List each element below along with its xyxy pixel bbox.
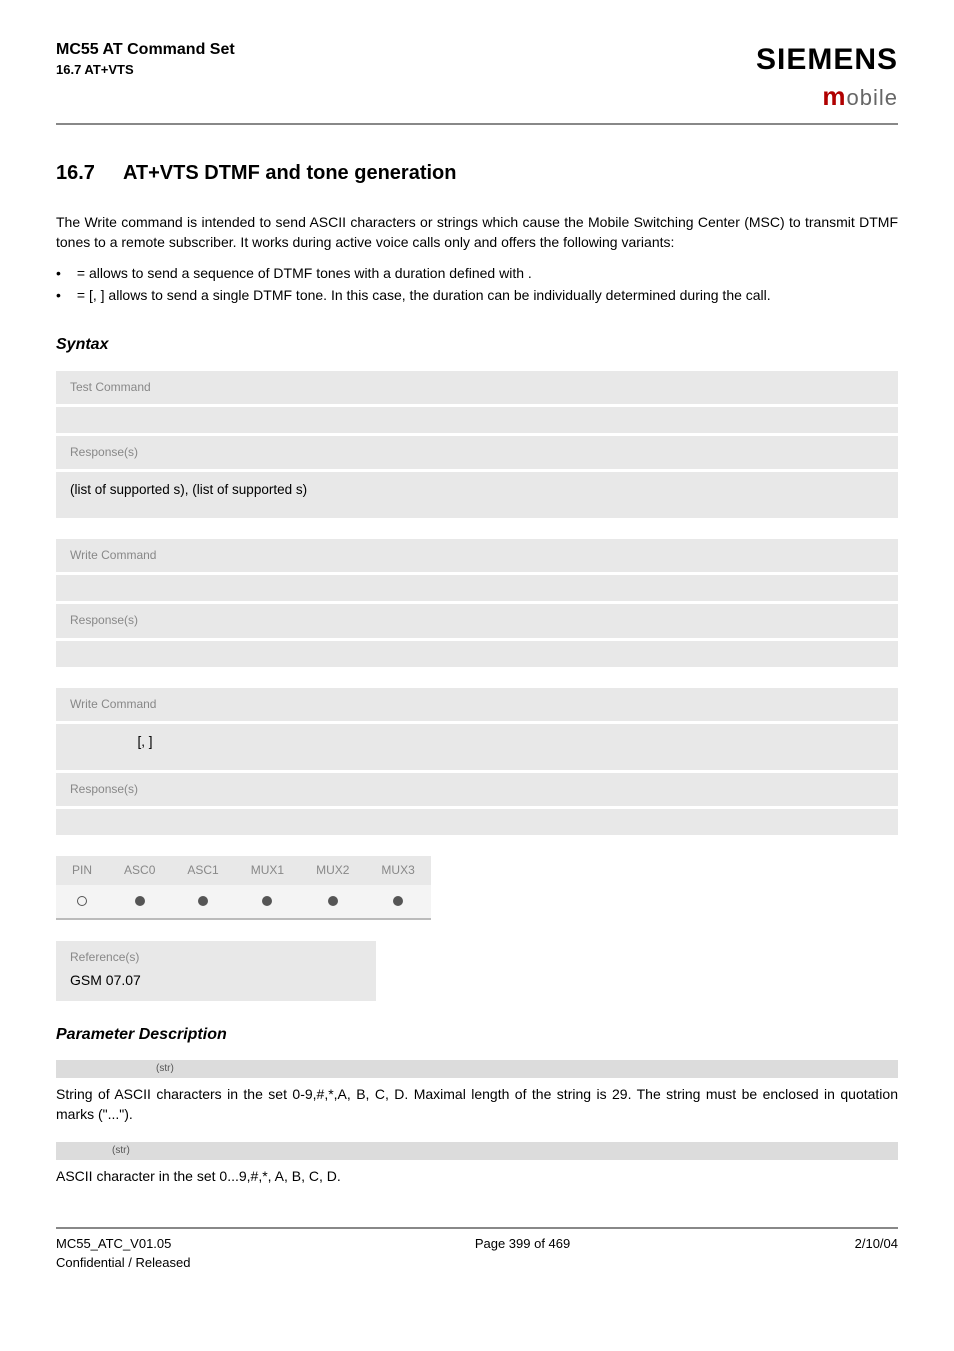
subbrand-rest: obile — [847, 85, 898, 110]
matrix-cell — [235, 885, 300, 917]
matrix-header-row: PIN ASC0 ASC1 MUX1 MUX2 MUX3 — [56, 856, 431, 885]
circle-filled-icon — [198, 896, 208, 906]
matrix-cell — [56, 885, 108, 917]
test-command-label: Test Command — [56, 371, 898, 404]
intro-paragraph: The Write command is intended to send AS… — [56, 212, 898, 253]
param-text: ASCII character in the set 0...9,#,*, A,… — [56, 1166, 898, 1186]
bullet-icon: • — [56, 285, 61, 305]
reference-box: Reference(s) GSM 07.07 — [56, 941, 376, 1001]
subbrand-logo: mobile — [756, 78, 898, 116]
circle-filled-icon — [328, 896, 338, 906]
response-label: Response(s) — [56, 436, 898, 469]
write-command-1 — [56, 575, 898, 601]
bullet-list: • = allows to send a sequence of DTMF to… — [56, 263, 898, 306]
footer-confidential: Confidential / Released — [56, 1254, 190, 1273]
param-text: String of ASCII characters in the set 0-… — [56, 1084, 898, 1125]
matrix-cell — [300, 885, 365, 917]
param-bar: (str) — [56, 1060, 898, 1078]
page-footer: MC55_ATC_V01.05 Confidential / Released … — [56, 1227, 898, 1273]
reference-value: GSM 07.07 — [56, 970, 376, 1000]
matrix-header: MUX1 — [235, 856, 300, 885]
brand-logo: SIEMENS — [756, 38, 898, 82]
write-response-2 — [56, 809, 898, 835]
write-command-label: Write Command — [56, 688, 898, 721]
circle-filled-icon — [262, 896, 272, 906]
matrix-header: MUX3 — [365, 856, 430, 885]
circle-filled-icon — [135, 896, 145, 906]
bullet-text: = [, ] allows to send a single DTMF tone… — [77, 285, 898, 305]
bullet-text: = allows to send a sequence of DTMF tone… — [77, 263, 898, 283]
write-command-label: Write Command — [56, 539, 898, 572]
circle-open-icon — [77, 896, 87, 906]
bullet-icon: • — [56, 263, 61, 283]
param-bar: (str) — [56, 1142, 898, 1160]
param-sup: (str) — [156, 1062, 174, 1077]
response-label: Response(s) — [56, 604, 898, 637]
matrix-cell — [171, 885, 234, 917]
write-command-2-text: [, ] — [138, 734, 153, 749]
test-command — [56, 407, 898, 433]
matrix-cell — [365, 885, 430, 917]
footer-right: 2/10/04 — [855, 1235, 898, 1273]
section-ref: 16.7 AT+VTS — [56, 61, 235, 80]
syntax-heading: Syntax — [56, 333, 898, 356]
matrix-header: MUX2 — [300, 856, 365, 885]
footer-version: MC55_ATC_V01.05 — [56, 1235, 190, 1254]
page-header: MC55 AT Command Set 16.7 AT+VTS SIEMENS … — [56, 38, 898, 125]
matrix-header: ASC0 — [108, 856, 171, 885]
doc-title: MC55 AT Command Set — [56, 38, 235, 61]
test-response: (list of supported s), (list of supporte… — [56, 472, 898, 518]
param-sup: (str) — [112, 1144, 130, 1159]
section-heading: 16.7 AT+VTS DTMF and tone generation — [56, 159, 898, 188]
footer-left: MC55_ATC_V01.05 Confidential / Released — [56, 1235, 190, 1273]
bullet-item: • = [, ] allows to send a single DTMF to… — [56, 285, 898, 305]
write-response-1 — [56, 641, 898, 667]
reference-label: Reference(s) — [56, 941, 376, 970]
matrix-data-row — [56, 885, 431, 917]
write-command-2: [, ] — [56, 724, 898, 770]
section-title: AT+VTS DTMF and tone generation — [123, 159, 457, 188]
header-left: MC55 AT Command Set 16.7 AT+VTS — [56, 38, 235, 80]
response-label: Response(s) — [56, 773, 898, 806]
matrix-cell — [108, 885, 171, 917]
header-right: SIEMENS mobile — [756, 38, 898, 115]
parameter-heading: Parameter Description — [56, 1023, 898, 1046]
support-matrix: PIN ASC0 ASC1 MUX1 MUX2 MUX3 — [56, 856, 431, 920]
subbrand-m: m — [822, 81, 846, 111]
matrix-header: PIN — [56, 856, 108, 885]
footer-center: Page 399 of 469 — [475, 1235, 570, 1273]
bullet-item: • = allows to send a sequence of DTMF to… — [56, 263, 898, 283]
section-number: 16.7 — [56, 159, 95, 188]
matrix-header: ASC1 — [171, 856, 234, 885]
circle-filled-icon — [393, 896, 403, 906]
